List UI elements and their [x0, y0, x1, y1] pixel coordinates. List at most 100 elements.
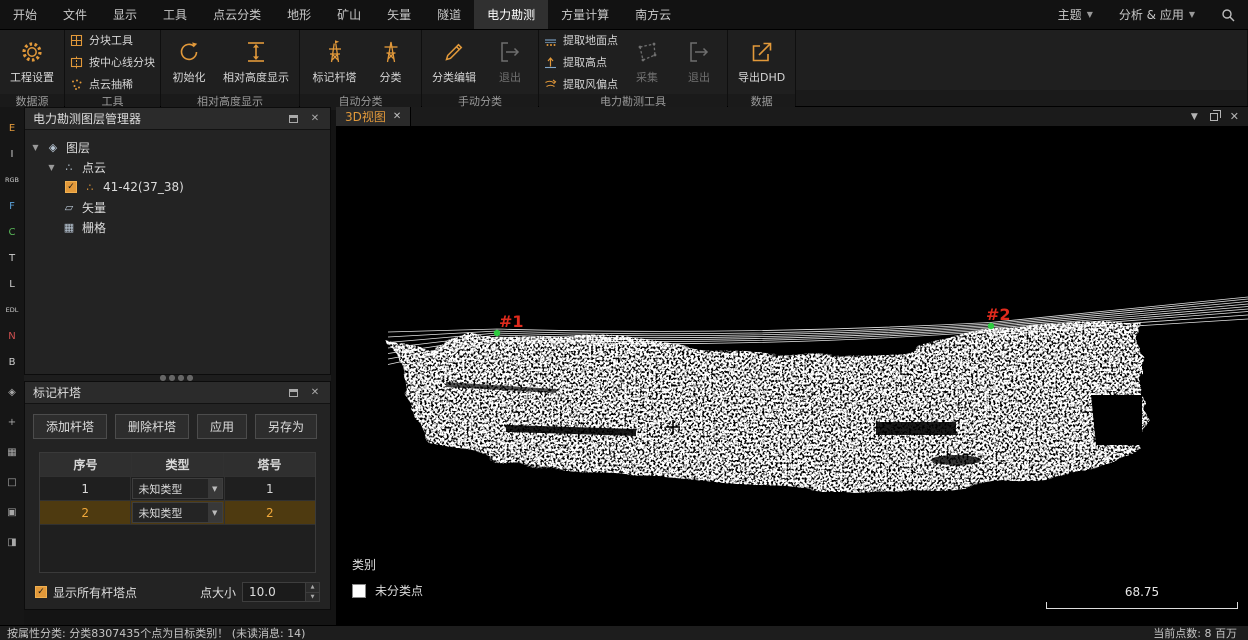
menu-item-display[interactable]: 显示	[100, 0, 150, 29]
time-display-button[interactable]: T	[2, 249, 22, 267]
elevation-display-button[interactable]: E	[2, 119, 22, 137]
tower-type-select[interactable]: 未知类型 ▼	[132, 502, 222, 523]
exit-icon	[686, 39, 712, 65]
menu-item-volume[interactable]: 方量计算	[548, 0, 622, 29]
intensity-display-button[interactable]: I	[2, 145, 22, 163]
chevron-down-icon: ▼	[1189, 10, 1195, 19]
tower-actions: 添加杆塔 删除杆塔 应用 另存为	[25, 404, 330, 445]
chevron-down-icon: ▼	[208, 503, 222, 522]
extract-ground-points-button[interactable]: 提取地面点	[544, 32, 618, 48]
classify-button[interactable]: 分类	[368, 32, 414, 92]
tree-node-vector[interactable]: ▱ 矢量	[31, 197, 324, 217]
status-message: 按属性分类: 分类8307435个点为目标类别！ (未读消息: 14)	[7, 625, 305, 640]
menu-item-tunnel[interactable]: 隧道	[424, 0, 474, 29]
float-panel-button[interactable]	[286, 115, 300, 123]
delete-tower-button[interactable]: 删除杆塔	[115, 414, 189, 439]
tab-3d-view[interactable]: 3D视图 ✕	[336, 107, 411, 126]
search-button[interactable]	[1208, 0, 1248, 29]
menu-item-mining[interactable]: 矿山	[324, 0, 374, 29]
lasso-icon	[634, 39, 660, 65]
show-all-towers-checkbox[interactable]	[35, 586, 47, 598]
relative-height-display-button[interactable]: 相对高度显示	[218, 32, 294, 92]
terrain-pointcloud	[390, 319, 1142, 496]
tower-panel-titlebar: 标记杆塔 ✕	[25, 382, 330, 404]
close-view-button[interactable]: ✕	[1230, 110, 1239, 123]
class-display-button[interactable]: C	[2, 223, 22, 241]
close-panel-button[interactable]: ✕	[308, 113, 322, 124]
table-row[interactable]: 2 未知类型 ▼ 2	[40, 501, 315, 525]
menu-item-vector[interactable]: 矢量	[374, 0, 424, 29]
add-tower-button[interactable]: 添加杆塔	[33, 414, 107, 439]
restore-window-button[interactable]	[1210, 113, 1218, 121]
profile-tool-icon[interactable]: ▣	[2, 503, 22, 521]
mark-tower-panel: 标记杆塔 ✕ 添加杆塔 删除杆塔 应用 另存为 序号 类型 塔号 1 未知类型 …	[24, 381, 331, 610]
extract-high-points-button[interactable]: 提取高点	[544, 54, 607, 70]
centerline-block-button[interactable]: 按中心线分块	[70, 54, 155, 70]
menu-item-power-survey[interactable]: 电力勘测	[474, 0, 548, 29]
refresh-icon	[176, 39, 202, 65]
3d-canvas[interactable]: #1 #2 类别 未分类点 68.75	[336, 127, 1248, 625]
ribbon-group-power-survey-tools: 提取地面点 提取高点 提取风偏点 采集 退出 电力勘测工具	[539, 30, 728, 106]
classify-edit-button[interactable]: 分类编辑	[427, 32, 481, 92]
tower-label-2: #2	[986, 305, 1011, 324]
vertical-range-icon	[243, 39, 269, 65]
menu-item-terrain[interactable]: 地形	[274, 0, 324, 29]
menu-item-southcloud[interactable]: 南方云	[622, 0, 684, 29]
layer-visibility-checkbox[interactable]	[65, 181, 77, 193]
tower-label-1: #1	[499, 312, 524, 331]
close-tab-icon[interactable]: ✕	[393, 111, 401, 122]
rgb-display-button[interactable]: RGB	[2, 171, 22, 189]
edl-display-button[interactable]: EDL	[2, 301, 22, 319]
tree-node-layers[interactable]: ▼ ◈ 图层	[31, 137, 324, 157]
theme-menu[interactable]: 主题▼	[1045, 0, 1106, 29]
apply-button[interactable]: 应用	[197, 414, 247, 439]
spin-down-button[interactable]: ▼	[306, 593, 319, 602]
tab-list-button[interactable]: ▼	[1191, 112, 1198, 122]
tower-table-header: 序号 类型 塔号	[40, 453, 315, 477]
menu-item-start[interactable]: 开始	[0, 0, 50, 29]
block-grid-icon	[70, 34, 83, 47]
expand-icon[interactable]: ▼	[31, 143, 40, 152]
dots-icon	[70, 78, 83, 91]
select-tool-icon[interactable]: ◈	[2, 383, 22, 401]
ribbon-group-data: 导出DHD 数据	[728, 30, 796, 106]
normal-display-button[interactable]: N	[2, 327, 22, 345]
thin-pointcloud-button[interactable]: 点云抽稀	[70, 76, 133, 92]
expand-icon[interactable]: ▼	[47, 163, 56, 172]
tree-node-pointcloud[interactable]: ▼ ∴ 点云	[31, 157, 324, 177]
crosshair-tool-icon[interactable]: +	[2, 413, 22, 431]
spin-up-button[interactable]: ▲	[306, 583, 319, 593]
layers-icon: ◈	[46, 141, 60, 154]
grid-tool-icon[interactable]: ▦	[2, 443, 22, 461]
table-row[interactable]: 1 未知类型 ▼ 1	[40, 477, 315, 501]
tower-icon	[378, 39, 404, 65]
tree-node-pointcloud-item[interactable]: ∴ 41-42(37_38)	[31, 177, 324, 197]
mark-tower-button[interactable]: 标记杆塔	[308, 32, 362, 92]
block-tool-button[interactable]: 分块工具	[70, 32, 133, 48]
layer-panel-titlebar: 电力勘测图层管理器 ✕	[25, 108, 330, 130]
initialize-button[interactable]: 初始化	[166, 32, 212, 92]
point-size-stepper: ▲ ▼	[242, 582, 320, 602]
extract-wind-offset-points-button[interactable]: 提取风偏点	[544, 76, 618, 92]
close-panel-button[interactable]: ✕	[308, 387, 322, 398]
current-point-count: 当前点数: 8 百万	[1153, 625, 1241, 640]
project-settings-button[interactable]: 工程设置	[5, 32, 59, 92]
high-point-icon	[544, 56, 557, 69]
export-dhd-button[interactable]: 导出DHD	[733, 32, 790, 92]
menu-item-tools[interactable]: 工具	[150, 0, 200, 29]
box-select-tool-icon[interactable]: □	[2, 473, 22, 491]
tree-node-raster[interactable]: ▦ 栅格	[31, 217, 324, 237]
pointcloud-icon: ∴	[62, 161, 76, 174]
filter-display-button[interactable]: F	[2, 197, 22, 215]
blend-display-button[interactable]: B	[2, 353, 22, 371]
float-panel-button[interactable]	[286, 389, 300, 397]
analysis-apps-menu[interactable]: 分析 & 应用▼	[1106, 0, 1208, 29]
save-as-button[interactable]: 另存为	[255, 414, 317, 439]
menu-item-file[interactable]: 文件	[50, 0, 100, 29]
menu-item-pointcloud-classify[interactable]: 点云分类	[200, 0, 274, 29]
tower-type-select[interactable]: 未知类型 ▼	[132, 478, 222, 499]
point-size-input[interactable]	[243, 583, 305, 601]
level-display-button[interactable]: L	[2, 275, 22, 293]
raster-icon: ▦	[62, 221, 76, 234]
measure-tool-icon[interactable]: ◨	[2, 533, 22, 551]
